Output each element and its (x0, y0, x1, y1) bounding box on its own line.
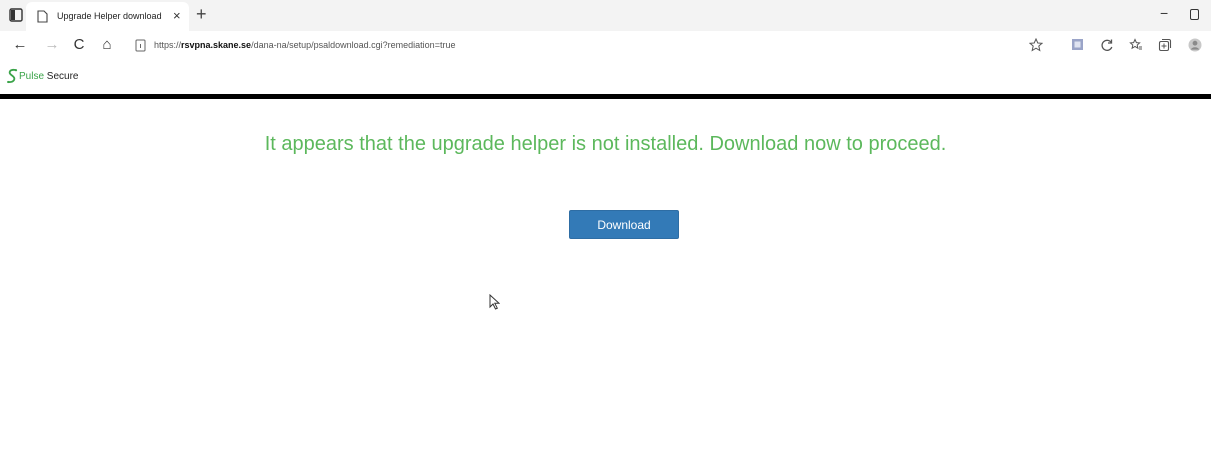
url-text: https://rsvpna.skane.se/dana-na/setup/ps… (154, 40, 455, 50)
profile-avatar-icon[interactable] (1185, 35, 1205, 55)
sync-icon[interactable] (1097, 35, 1117, 55)
page-icon (37, 10, 48, 23)
brand-pulse: Pulse (19, 71, 45, 82)
header-divider (0, 94, 1211, 99)
close-tab-icon[interactable]: × (173, 8, 181, 24)
url-path: /dana-na/setup/psaldownload.cgi?remediat… (251, 40, 456, 50)
address-bar[interactable]: https://rsvpna.skane.se/dana-na/setup/ps… (130, 34, 1010, 57)
site-info-icon[interactable] (134, 39, 147, 52)
home-icon[interactable]: ⌂ (97, 35, 117, 55)
tab-active[interactable]: Upgrade Helper download × (26, 2, 189, 31)
tab-strip: Upgrade Helper download × + − (0, 0, 1211, 31)
forward-icon[interactable]: → (42, 35, 62, 55)
back-icon[interactable]: ← (10, 35, 30, 55)
mouse-cursor-icon (489, 294, 500, 310)
minimize-icon[interactable]: − (1160, 5, 1168, 21)
url-host: rsvpna.skane.se (181, 40, 252, 50)
upgrade-helper-message: It appears that the upgrade helper is no… (264, 133, 947, 155)
refresh-icon[interactable]: C (69, 35, 89, 55)
site-header: Pulse Secure (0, 62, 1211, 93)
collections-icon[interactable] (1155, 35, 1175, 55)
brand-name: Pulse Secure (19, 71, 78, 82)
url-prefix: https:// (154, 40, 182, 50)
add-favorite-icon[interactable] (1026, 35, 1046, 55)
new-tab-icon[interactable]: + (196, 4, 207, 24)
extension-icon[interactable] (1067, 35, 1087, 55)
brand-secure: Secure (46, 71, 79, 82)
download-button[interactable]: Download (569, 210, 679, 239)
address-toolbar: ← → C ⌂ https://rsvpna.skane.se/dana-na/… (0, 31, 1211, 60)
restore-icon[interactable] (1190, 9, 1199, 20)
pulse-secure-logo-icon (7, 68, 18, 84)
browser-window: Upgrade Helper download × + − ← → C ⌂ ht… (0, 0, 1211, 460)
favorites-icon[interactable] (1126, 35, 1146, 55)
tab-title: Upgrade Helper download (57, 11, 162, 21)
tab-actions-icon[interactable] (9, 8, 23, 22)
